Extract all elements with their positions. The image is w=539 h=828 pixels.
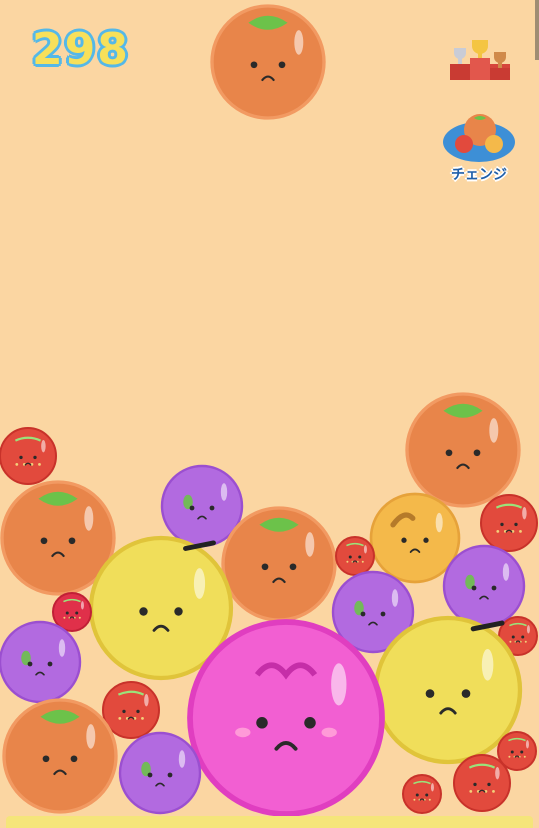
trophy-podium-icon bbox=[450, 40, 510, 80]
strawberry-fruit bbox=[335, 536, 375, 576]
strawberry-fruit bbox=[102, 681, 160, 739]
next-fruit bbox=[210, 4, 326, 120]
peach-fruit bbox=[187, 619, 385, 817]
grape-fruit bbox=[442, 544, 526, 628]
strawberry-fruit bbox=[480, 494, 538, 552]
change-label: チェンジ bbox=[451, 167, 507, 183]
strawberry-fruit bbox=[0, 427, 57, 485]
orange-fruit bbox=[2, 698, 118, 814]
floor-bar bbox=[6, 816, 533, 828]
scroll-indicator bbox=[535, 0, 539, 60]
fruit-change-icon bbox=[443, 114, 515, 162]
strawberry-fruit bbox=[453, 754, 511, 812]
ranking-button[interactable] bbox=[448, 34, 512, 82]
persimmon-fruit bbox=[369, 492, 461, 584]
strawberry-fruit bbox=[402, 774, 442, 814]
orange-fruit bbox=[221, 506, 337, 622]
lemon-fruit bbox=[373, 615, 523, 765]
change-button[interactable]: チェンジ bbox=[440, 108, 518, 188]
grape-fruit bbox=[0, 620, 82, 704]
score-display: 298 bbox=[32, 24, 130, 75]
orange-fruit bbox=[405, 392, 521, 508]
grape-fruit bbox=[118, 731, 202, 815]
